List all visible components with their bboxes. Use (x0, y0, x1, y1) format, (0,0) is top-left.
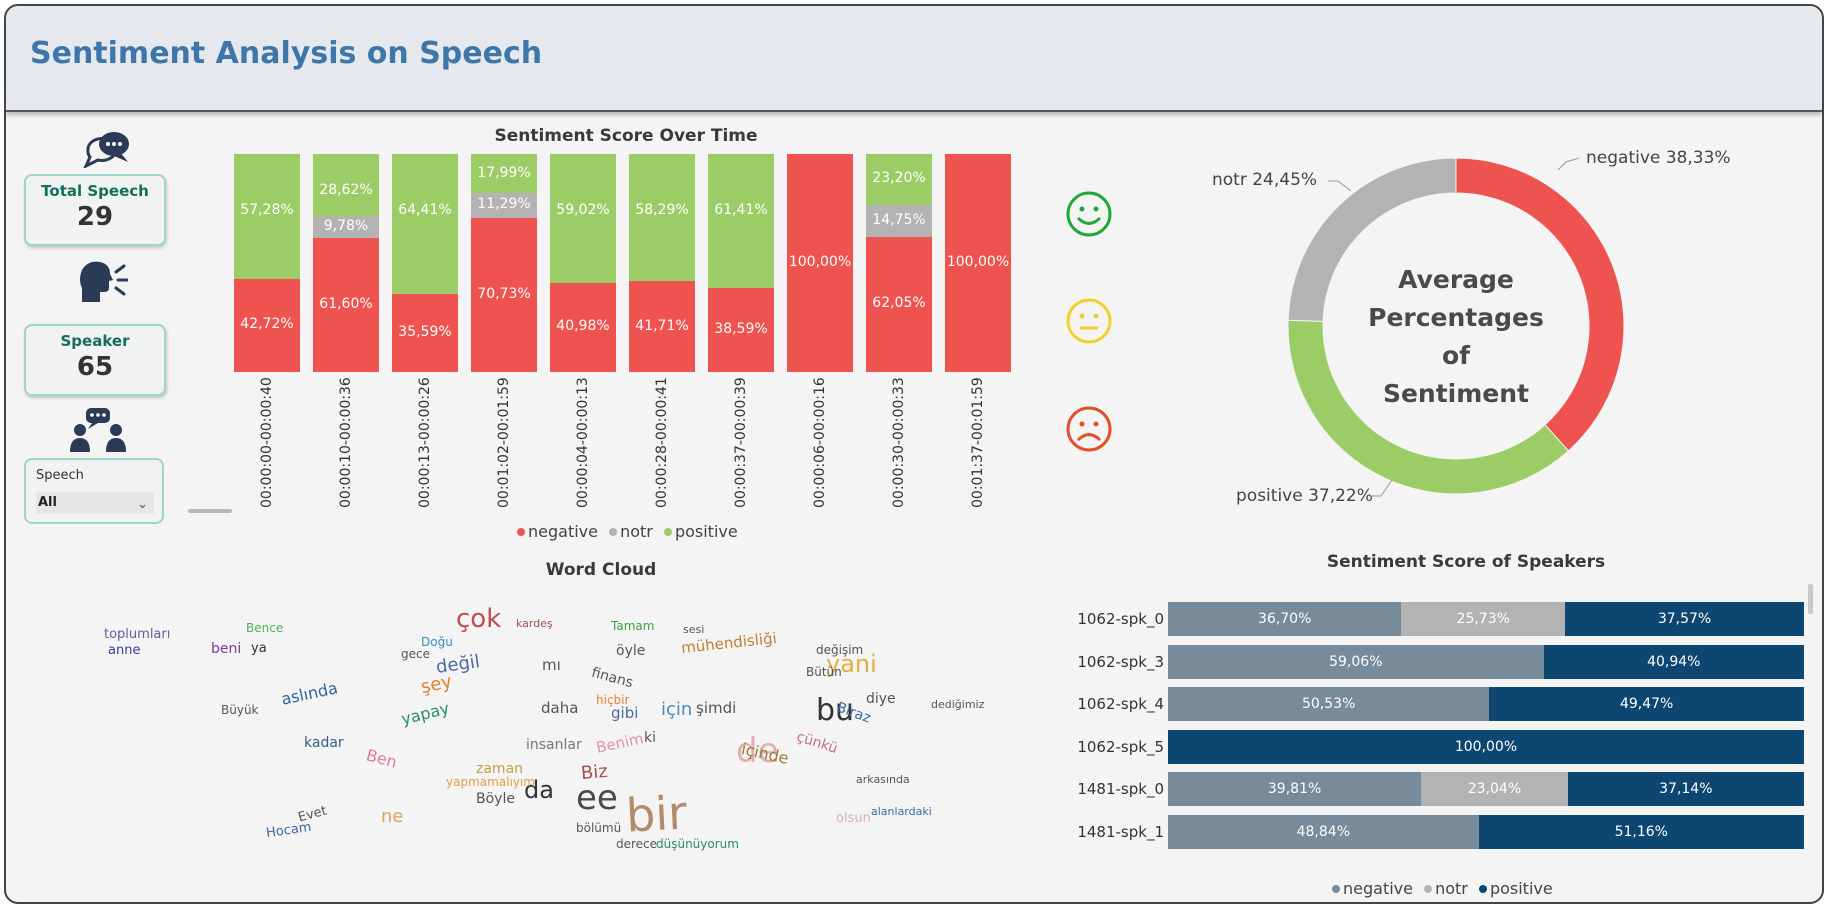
speaker-axis-label: 1062-spk_4 (1077, 695, 1164, 713)
speaker-axis-label: 1481-spk_1 (1077, 822, 1164, 841)
speaker-bar-positive-segment: 37,57% (1565, 602, 1804, 636)
speaker-bar-positive-segment: 37,14% (1567, 772, 1804, 806)
speaker-axis-label: 1062-spk_3 (1077, 652, 1164, 671)
speaker-bar-data-label: 48,84% (1296, 823, 1350, 840)
speaker-bar-data-label: 23,04% (1467, 781, 1522, 797)
vertical-scrollbar[interactable] (1808, 584, 1813, 614)
speaker-axis-label: 1062-spk_0 (1077, 610, 1164, 628)
speaker-bar-positive-segment: 49,47% (1489, 687, 1804, 721)
legend-negative-label: negative (1343, 879, 1413, 898)
speaker-bar-data-label: 25,73% (1456, 611, 1510, 627)
legend-positive-dot (1478, 885, 1487, 893)
speaker-bar-positive-segment: 51,16% (1478, 814, 1804, 849)
speaker-chart: 1062-spk_0 36,70% 25,73% 37,57% 1062-spk_3 59… (6, 6, 1822, 902)
legend-notr-dot (1424, 885, 1433, 893)
speaker-bar-notr-segment: 25,73% (1401, 602, 1566, 636)
speaker-bar-data-label: 37,14% (1659, 781, 1713, 797)
legend-positive-label: positive (1489, 879, 1553, 898)
speaker-chart-legend: negative notr positive (1326, 879, 1553, 898)
speaker-bar-data-label: 37,57% (1657, 611, 1712, 627)
speaker-axis-label: 1062-spk_5 (1077, 737, 1164, 756)
speaker-bar-negative-segment: 48,84% (1168, 814, 1479, 849)
speaker-bar-data-label: 40,94% (1647, 653, 1701, 670)
speaker-bar-negative-segment: 36,70% (1168, 602, 1402, 636)
speaker-bar-negative-segment: 59,06% (1168, 644, 1544, 679)
speaker-bar-positive-segment: 100,00% (1168, 729, 1804, 764)
speaker-bar: 36,70% 25,73% 37,57% (1168, 602, 1804, 636)
speaker-bar-data-label: 100,00% (1454, 738, 1518, 755)
speaker-bar-data-label: 51,16% (1614, 823, 1668, 840)
speaker-axis-label: 1481-spk_0 (1077, 780, 1164, 798)
speaker-bar: 48,84% 51,16% (1168, 814, 1804, 849)
dashboard-frame: Sentiment Analysis on Speech Total Speec… (4, 4, 1824, 904)
speaker-bar-data-label: 59,06% (1329, 653, 1383, 670)
speaker-bar: 50,53% 49,47% (1168, 687, 1804, 721)
legend-negative-dot (1332, 885, 1340, 893)
speaker-bar-data-label: 39,81% (1267, 781, 1322, 797)
speaker-bar: 39,81% 23,04% 37,14% (1168, 772, 1804, 806)
speaker-bar-notr-segment: 23,04% (1421, 772, 1568, 806)
speaker-bar-negative-segment: 39,81% (1168, 772, 1422, 806)
legend-notr-label: notr (1435, 879, 1468, 898)
speaker-bar-positive-segment: 40,94% (1543, 644, 1804, 679)
speaker-bar-negative-segment: 50,53% (1168, 687, 1490, 721)
speaker-bar: 59,06% 40,94% (1168, 644, 1804, 679)
speaker-bar-data-label: 49,47% (1619, 696, 1674, 712)
speaker-bar-data-label: 50,53% (1301, 696, 1356, 712)
speaker-bar: 100,00% (1168, 729, 1804, 764)
speaker-bar-data-label: 36,70% (1258, 611, 1312, 627)
